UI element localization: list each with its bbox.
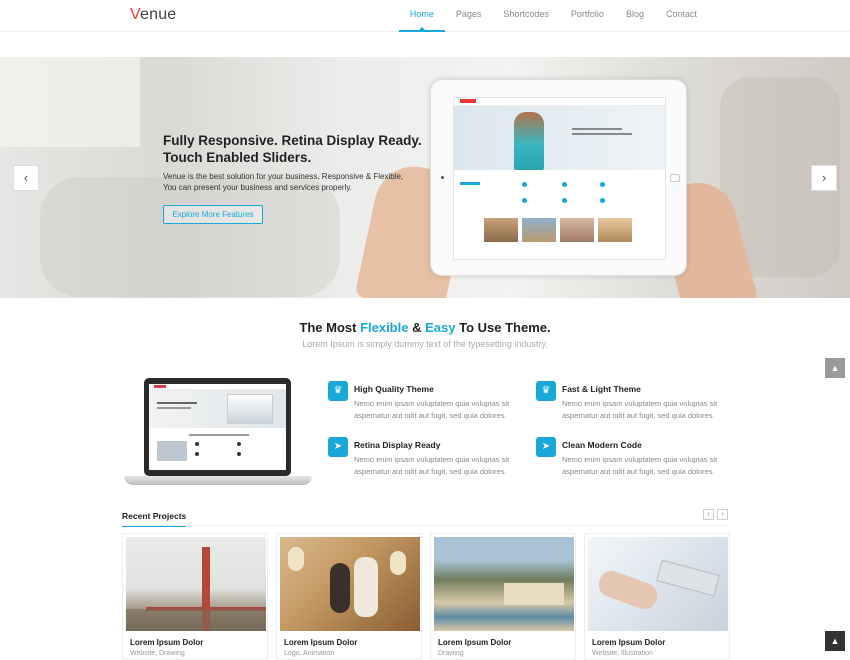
preview-feature-icon <box>522 182 527 187</box>
top-navbar: Venue Home Pages Shortcodes Portfolio Bl… <box>0 0 850 32</box>
preview-navbar <box>454 98 665 106</box>
plane-window <box>288 547 304 571</box>
project-image <box>434 537 574 631</box>
tablet-home-button <box>670 174 680 182</box>
feature-text: Nemo enim ipsam voluptatem quia voluptas… <box>354 455 510 476</box>
nav-home[interactable]: Home <box>398 0 445 32</box>
feature-title: High Quality Theme <box>354 384 434 394</box>
laptop-preview-heading <box>157 407 191 409</box>
nav-shortcodes[interactable]: Shortcodes <box>492 0 560 32</box>
laptop-preview-image <box>227 394 273 424</box>
nav-contact[interactable]: Contact <box>655 0 708 32</box>
laptop-base <box>124 476 312 485</box>
laptop-preview-feature-icon <box>237 442 241 446</box>
project-card[interactable]: Lorem Ipsum Dolor Website, Drawing <box>122 533 268 660</box>
laptop-preview-section-title <box>189 434 249 436</box>
nav-portfolio[interactable]: Portfolio <box>560 0 615 32</box>
chevron-left-icon[interactable]: ‹ <box>703 509 714 520</box>
site-logo[interactable]: Venue <box>130 6 176 24</box>
project-image <box>126 537 266 631</box>
project-card[interactable]: Lorem Ipsum Dolor Drawing <box>430 533 576 660</box>
preview-logo <box>460 99 476 103</box>
project-card[interactable]: Lorem Ipsum Dolor Logo, Animation <box>276 533 422 660</box>
town-buildings <box>504 583 564 605</box>
trophy-icon: ♛ <box>536 381 556 401</box>
person-figure <box>330 563 350 613</box>
hero-background-blur <box>40 177 340 297</box>
feature-text: Nemo enim ipsam voluptatem quia voluptas… <box>562 455 718 476</box>
preview-feature-icon <box>562 198 567 203</box>
project-title: Lorem Ipsum Dolor <box>438 638 512 647</box>
hand-on-keyboard <box>595 567 661 613</box>
feature-title: Clean Modern Code <box>562 440 642 450</box>
shore <box>126 609 266 631</box>
divider <box>122 525 728 526</box>
laptop-preview-feature-icon <box>195 442 199 446</box>
laptop-mockup <box>124 378 312 488</box>
laptop-preview-feature-icon <box>195 452 199 456</box>
nav-pages[interactable]: Pages <box>445 0 493 32</box>
preview-feature-icon <box>600 182 605 187</box>
feature-title: Retina Display Ready <box>354 440 441 450</box>
project-image <box>588 537 728 631</box>
laptop-preview-heading <box>157 402 197 404</box>
laptop-screen-preview <box>149 384 286 470</box>
feature-title: Fast & Light Theme <box>562 384 641 394</box>
tablet-screen-preview <box>453 97 666 260</box>
hero-description: Venue is the best solution for your busi… <box>163 172 404 192</box>
laptop-lid <box>144 378 291 476</box>
hero-title: Fully Responsive. Retina Display Ready. … <box>163 133 422 165</box>
main-nav: Home Pages Shortcodes Portfolio Blog Con… <box>398 0 708 32</box>
preview-project-thumb <box>522 218 556 242</box>
arrow-up-icon[interactable]: ▲ <box>825 631 845 651</box>
arrow-up-icon[interactable]: ▲ <box>825 358 845 378</box>
tablet-camera <box>441 176 444 179</box>
trophy-icon: ♛ <box>328 381 348 401</box>
preview-feature-icon <box>522 198 527 203</box>
section-title: The Most Flexible & Easy To Use Theme. <box>299 320 551 335</box>
project-title: Lorem Ipsum Dolor <box>130 638 204 647</box>
laptop-preview-feature-icon <box>237 452 241 456</box>
chevron-right-icon[interactable]: › <box>717 509 728 520</box>
feature-text: Nemo enim ipsam voluptatem quia voluptas… <box>562 399 718 420</box>
project-card[interactable]: Lorem Ipsum Dolor Website, Illustration <box>584 533 730 660</box>
feature-text: Nemo enim ipsam voluptatem quia voluptas… <box>354 399 510 420</box>
tablet-mockup <box>430 79 687 276</box>
project-category: Drawing <box>438 650 464 657</box>
chevron-left-icon[interactable]: ‹ <box>13 165 39 191</box>
laptop-preview-hero <box>149 390 286 428</box>
preview-project-thumb <box>484 218 518 242</box>
nav-blog[interactable]: Blog <box>615 0 655 32</box>
project-category: Website, Drawing <box>130 650 185 657</box>
plane-window <box>390 551 406 575</box>
project-image <box>280 537 420 631</box>
project-title: Lorem Ipsum Dolor <box>284 638 358 647</box>
preview-project-thumb <box>598 218 632 242</box>
preview-hero <box>454 106 665 170</box>
preview-project-thumb <box>560 218 594 242</box>
preview-feature-icon <box>562 182 567 187</box>
project-category: Logo, Animation <box>284 650 335 657</box>
person-figure <box>354 557 378 617</box>
preview-feature-icon <box>600 198 605 203</box>
project-title: Lorem Ipsum Dolor <box>592 638 666 647</box>
keyboard <box>656 559 720 597</box>
project-category: Website, Illustration <box>592 650 653 657</box>
preview-heading-line <box>572 133 632 135</box>
laptop-preview-thumb <box>157 441 187 461</box>
rocket-icon: ➤ <box>328 437 348 457</box>
preview-heading-line <box>572 128 622 130</box>
chevron-right-icon[interactable]: › <box>811 165 837 191</box>
preview-woman-image <box>514 112 544 170</box>
preview-section-title <box>460 182 480 185</box>
section-subtitle: Lorem Ipsum is simply dummy text of the … <box>302 339 548 349</box>
explore-features-button[interactable]: Explore More Features <box>163 205 263 224</box>
laptop-preview-logo <box>154 385 166 388</box>
hero-slider: Fully Responsive. Retina Display Ready. … <box>0 57 850 298</box>
hero-background-blur <box>0 57 140 147</box>
rocket-icon: ➤ <box>536 437 556 457</box>
